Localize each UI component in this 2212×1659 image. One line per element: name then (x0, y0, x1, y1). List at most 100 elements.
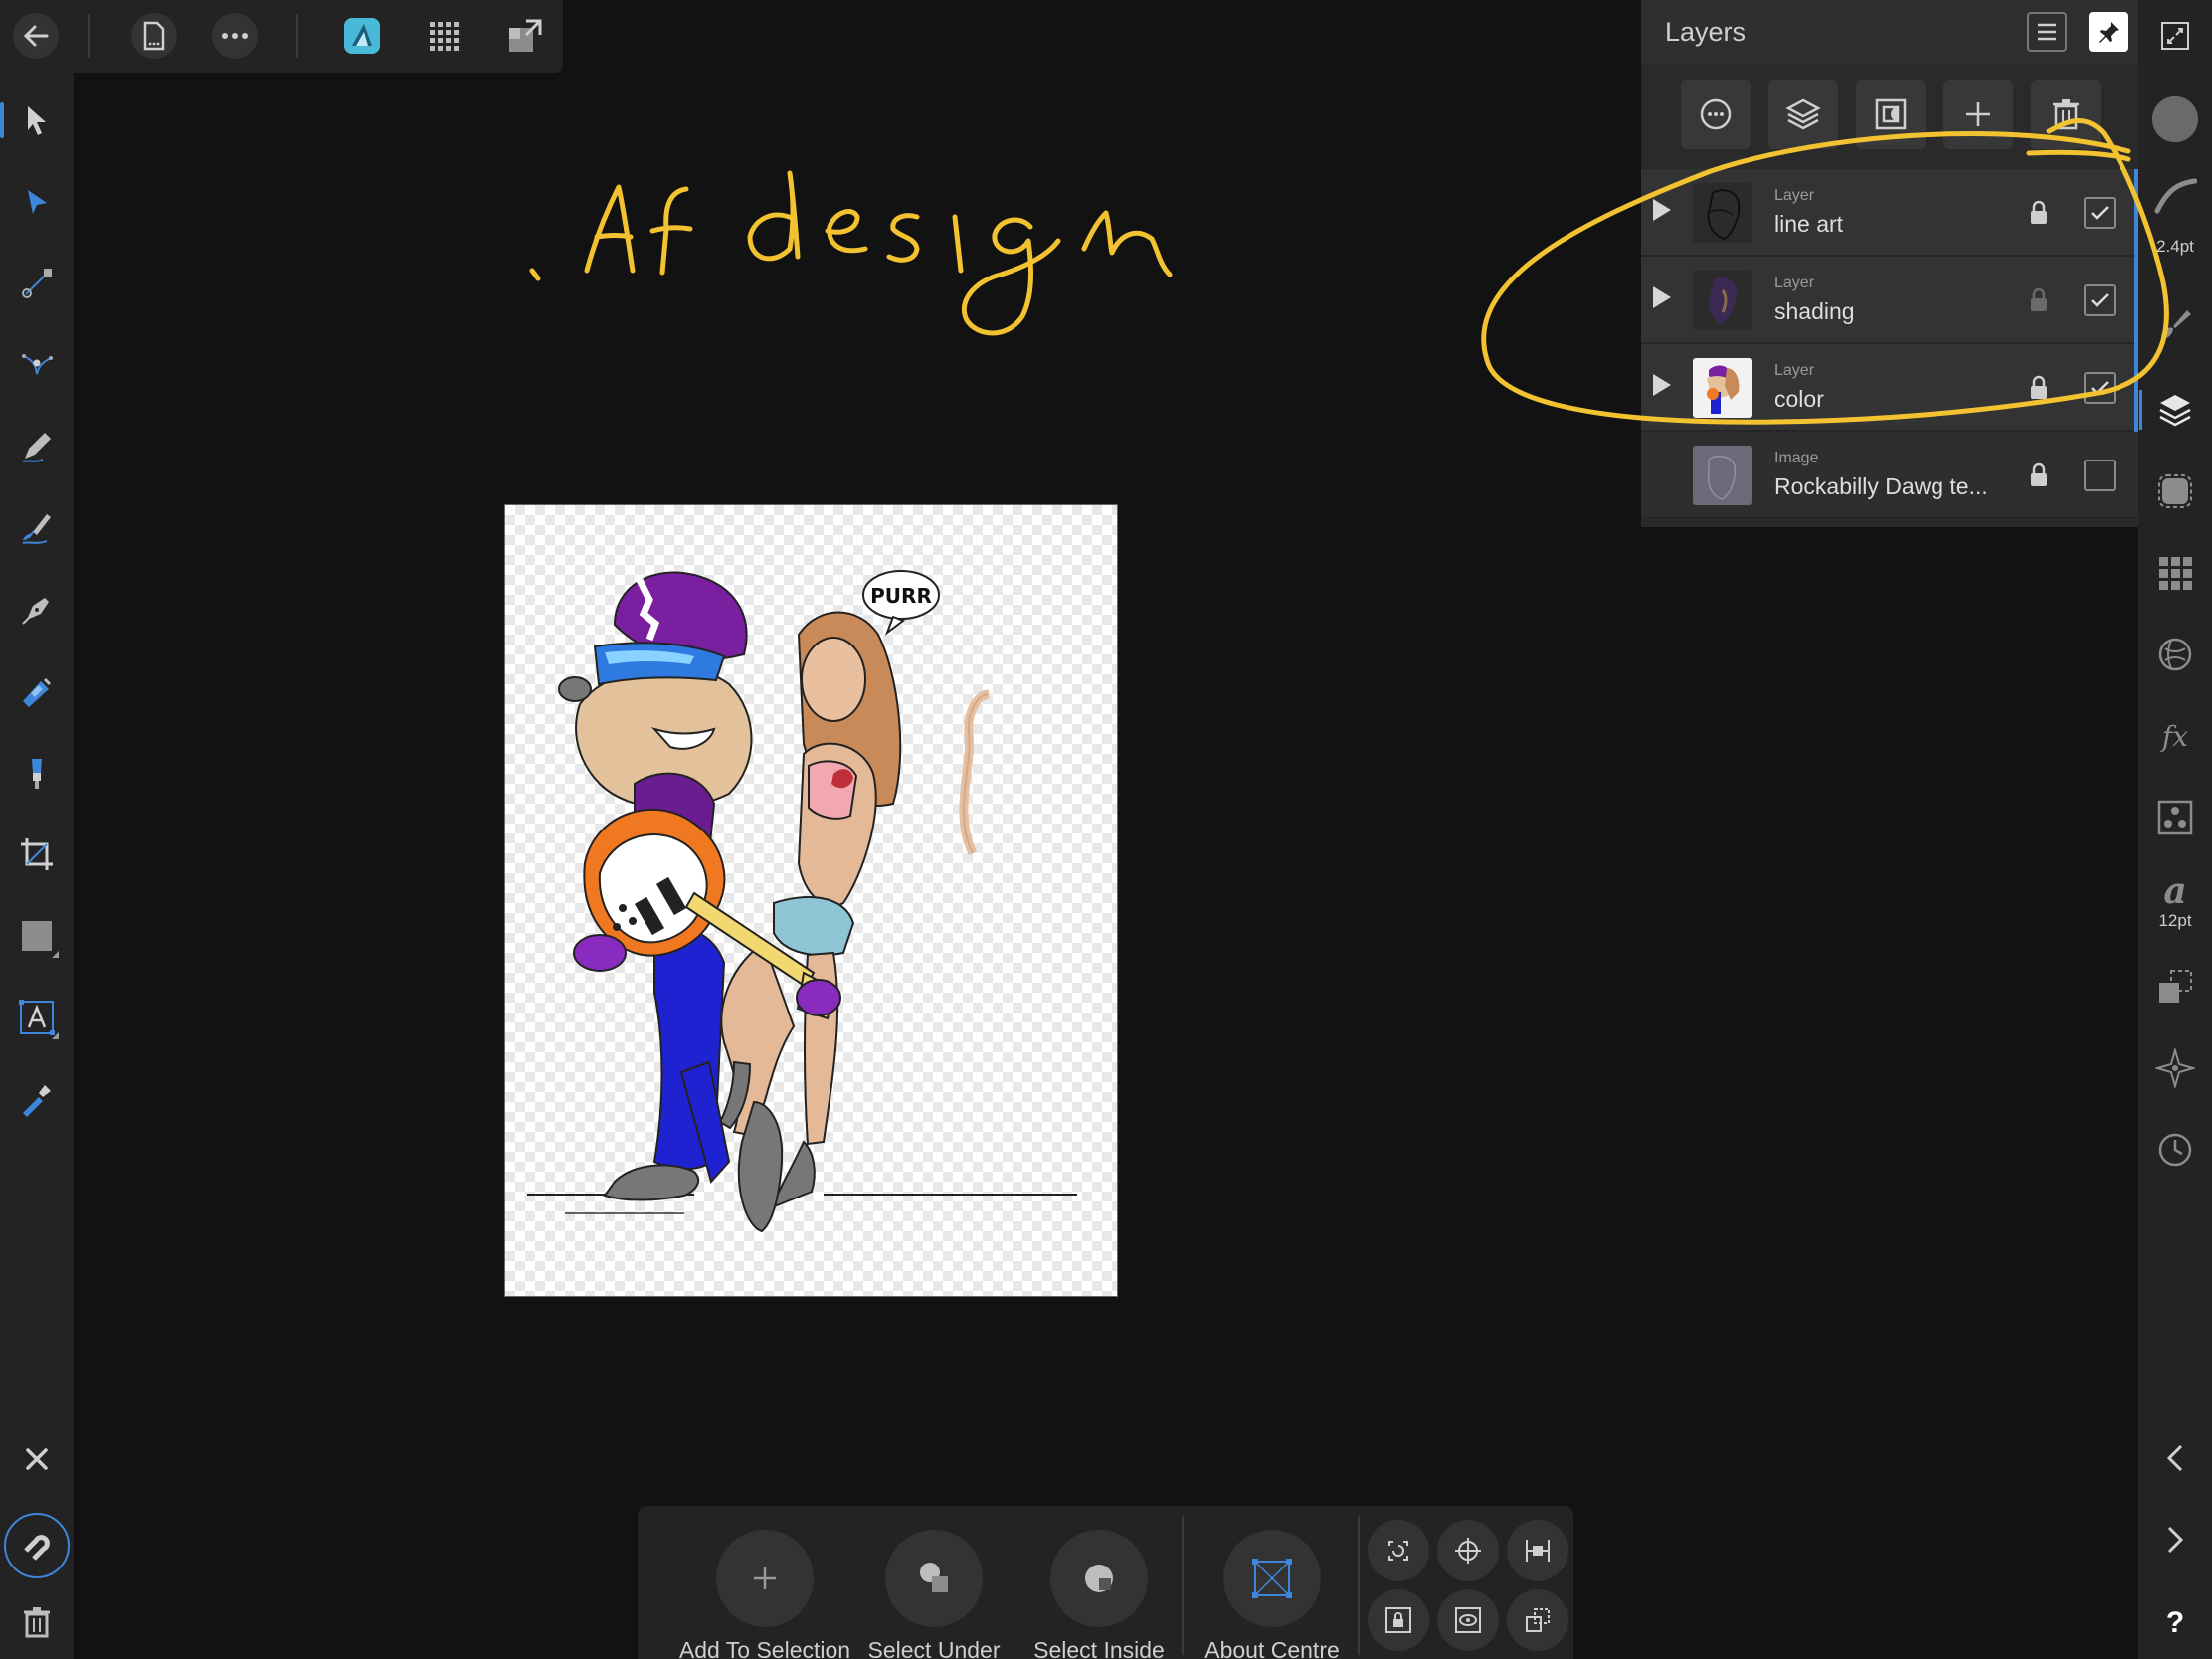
color-picker-icon[interactable] (13, 1075, 61, 1123)
layer-row[interactable]: Layer shading (1641, 257, 2138, 344)
about-centre-label: About Centre (1204, 1637, 1340, 1659)
effects-icon[interactable] (2151, 467, 2199, 515)
expand-arrow-icon[interactable] (1653, 286, 1671, 308)
color-swatch-icon[interactable] (2151, 95, 2199, 143)
select-inside-icon (1050, 1530, 1148, 1627)
layer-type: Image (1774, 450, 1819, 466)
chevron-right-icon[interactable] (2151, 1516, 2199, 1564)
point-transform-icon[interactable] (13, 260, 61, 307)
layer-type: Layer (1774, 362, 1815, 379)
vector-brush-icon[interactable] (13, 504, 61, 552)
layer-name[interactable]: color (1774, 386, 1824, 413)
layer-row[interactable]: Layer color (1641, 344, 2138, 432)
mask-layer-icon[interactable] (1856, 80, 1926, 149)
select-under-icon (885, 1530, 983, 1627)
pen-tool-icon[interactable] (13, 586, 61, 634)
speech-bubble-text: PURR (870, 584, 932, 608)
select-inside-button[interactable]: Select Inside (1019, 1518, 1179, 1659)
close-icon[interactable] (13, 1435, 61, 1483)
help-icon[interactable]: ? (2151, 1599, 2199, 1647)
crosshair-icon[interactable] (1437, 1520, 1499, 1581)
styles-icon[interactable] (2151, 794, 2199, 841)
fill-tool-icon[interactable] (13, 667, 61, 715)
flyout-indicator (52, 951, 59, 958)
lock-icon[interactable] (2025, 461, 2053, 489)
add-layer-stack-icon[interactable] (1768, 80, 1838, 149)
visibility-icon[interactable] (1437, 1589, 1499, 1651)
visibility-checkbox[interactable] (2084, 197, 2116, 229)
layers-header: Layers (1641, 0, 2138, 64)
layer-row[interactable]: Layer line art (1641, 169, 2138, 257)
layer-name[interactable]: line art (1774, 211, 1843, 238)
layer-name[interactable]: shading (1774, 298, 1855, 325)
document-icon[interactable] (131, 13, 177, 59)
artistic-text-icon[interactable] (13, 994, 61, 1041)
node-tool-icon[interactable] (13, 178, 61, 226)
layer-options-icon[interactable] (1681, 80, 1751, 149)
fx-icon[interactable]: fx (2151, 712, 2199, 760)
layer-name[interactable]: Rockabilly Dawg te... (1774, 473, 1988, 500)
visibility-checkbox[interactable] (2084, 460, 2116, 491)
crop-tool-icon[interactable] (13, 830, 61, 878)
back-arrow-icon[interactable] (13, 13, 59, 59)
context-toolbar: Add To Selection Select Under Select Ins… (638, 1506, 1573, 1659)
about-centre-icon (1223, 1530, 1321, 1627)
lock-icon[interactable] (2025, 286, 2053, 314)
expand-arrow-icon[interactable] (1653, 199, 1671, 221)
layer-thumbnail (1693, 358, 1752, 418)
about-centre-button[interactable]: About Centre (1193, 1518, 1352, 1659)
pin-icon[interactable] (2089, 12, 2128, 52)
stroke-icon[interactable] (2151, 171, 2199, 219)
lock-icon[interactable] (2025, 374, 2053, 402)
expand-arrow-icon[interactable] (1653, 374, 1671, 396)
designer-persona-icon[interactable] (339, 13, 385, 59)
layers-studio-icon[interactable] (2139, 386, 2199, 434)
snapping-icon[interactable] (4, 1513, 70, 1578)
artwork-illustration: PURR (527, 570, 1077, 1233)
more-icon[interactable] (212, 13, 258, 59)
delete-layer-icon[interactable] (2031, 80, 2101, 149)
corner-tool-icon[interactable] (13, 341, 61, 389)
align-centre-icon[interactable] (1507, 1520, 1568, 1581)
lock-children-icon[interactable] (1368, 1589, 1429, 1651)
lock-icon[interactable] (2025, 199, 2053, 227)
swatches-icon[interactable] (2151, 549, 2199, 597)
navigator-icon[interactable] (2151, 1044, 2199, 1092)
context-divider (1182, 1516, 1184, 1655)
move-tool-icon[interactable] (0, 96, 61, 144)
layer-thumbnail (1693, 183, 1752, 243)
text-styles-icon[interactable]: a (2151, 867, 2199, 915)
layers-panel: Layers Layer line art Layer shading Laye… (1641, 0, 2138, 527)
layer-actions-bar (1641, 64, 2138, 163)
pencil-icon[interactable] (13, 423, 61, 470)
chevron-left-icon[interactable] (2151, 1434, 2199, 1482)
stroke-width-value: 2.4pt (2156, 237, 2194, 256)
brushes-icon[interactable] (2151, 300, 2199, 348)
layer-row[interactable]: Image Rockabilly Dawg te... (1641, 432, 2138, 519)
layers-title: Layers (1665, 17, 1747, 47)
add-layer-icon[interactable] (1943, 80, 2013, 149)
studio-bar: 2.4pt fx a 12pt ? (2138, 0, 2212, 1659)
transparency-tool-icon[interactable] (13, 749, 61, 797)
transform-origin-icon[interactable] (1507, 1589, 1568, 1651)
history-icon[interactable] (2151, 1126, 2199, 1174)
top-toolbar (0, 0, 563, 73)
visibility-checkbox[interactable] (2084, 372, 2116, 404)
layer-thumbnail (1693, 446, 1752, 505)
document-canvas[interactable]: PURR (504, 504, 1118, 1297)
transform-icon[interactable] (2151, 963, 2199, 1011)
add-to-selection-button[interactable]: Add To Selection (679, 1518, 850, 1659)
add-icon (716, 1530, 814, 1627)
rectangle-tool-icon[interactable] (13, 912, 61, 960)
fullscreen-icon[interactable] (2151, 12, 2199, 60)
layer-thumbnail (1693, 271, 1752, 330)
adjustments-icon[interactable] (2151, 631, 2199, 678)
snap-rotate-icon[interactable] (1368, 1520, 1429, 1581)
visibility-checkbox[interactable] (2084, 284, 2116, 316)
toolbar-divider (296, 14, 298, 58)
pixel-persona-icon[interactable] (421, 13, 466, 59)
export-persona-icon[interactable] (502, 13, 548, 59)
select-under-button[interactable]: Select Under (854, 1518, 1014, 1659)
trash-icon[interactable] (13, 1598, 61, 1646)
panel-menu-icon[interactable] (2027, 12, 2067, 52)
